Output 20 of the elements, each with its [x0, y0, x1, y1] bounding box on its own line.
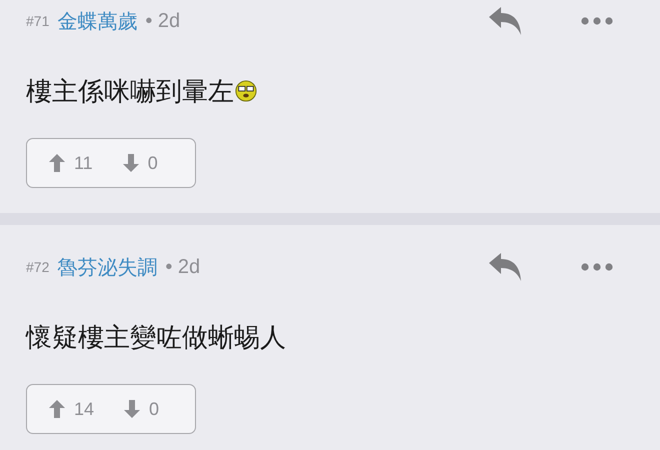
author-link[interactable]: 金蝶萬歲 [57, 8, 138, 34]
reply-icon[interactable] [487, 252, 523, 282]
upvote-icon[interactable] [49, 154, 65, 172]
reply-icon[interactable] [487, 6, 523, 36]
post-age: • 2d [145, 10, 180, 32]
more-icon[interactable] [581, 263, 613, 271]
downvote-icon[interactable] [124, 400, 140, 418]
post-text: 懷疑樓主變咗做蜥蜴人 [26, 322, 286, 354]
upvote-count: 11 [74, 152, 93, 174]
author-link[interactable]: 魯芬泌失調 [57, 254, 158, 280]
post-text: 樓主係咪嚇到暈左 [26, 76, 234, 108]
downvote-count: 0 [148, 152, 158, 174]
upvote-count: 14 [74, 398, 94, 420]
downvote-icon[interactable] [122, 154, 139, 172]
downvote-count: 0 [149, 398, 160, 420]
upvote-icon[interactable] [49, 400, 65, 418]
post-age: • 2d [165, 256, 200, 278]
post-number: #71 [26, 13, 50, 29]
more-icon[interactable] [581, 17, 613, 25]
post-number: #72 [26, 259, 50, 275]
